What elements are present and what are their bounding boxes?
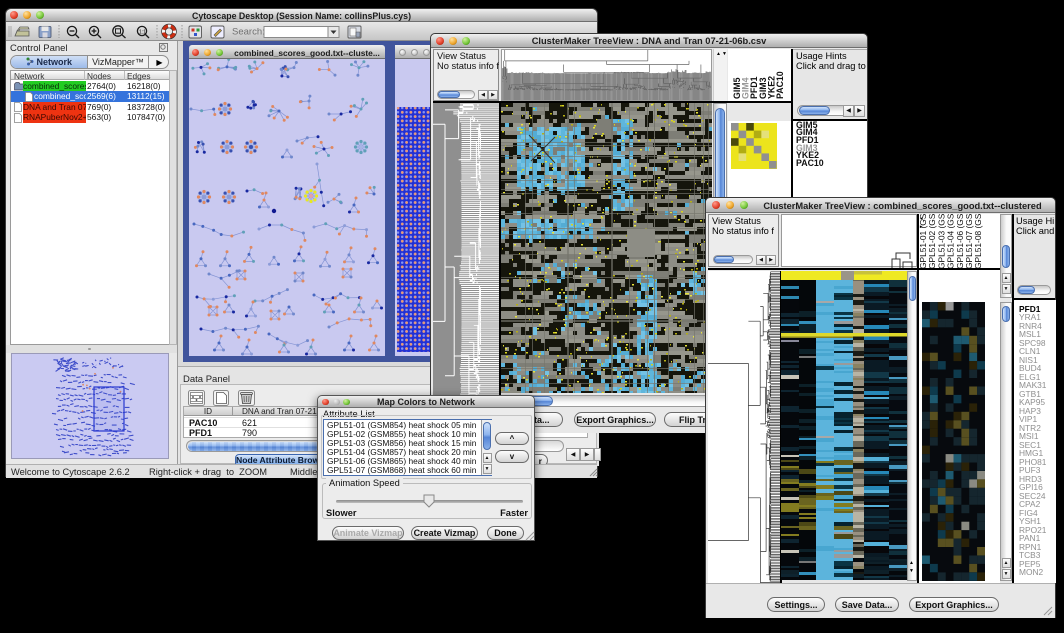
svg-text:GPL51-08 (GSM872): GPL51-08 (GSM872) (973, 214, 983, 269)
svg-text:1:1: 1:1 (139, 29, 146, 35)
svg-text:PAC10: PAC10 (775, 71, 785, 99)
svg-text:Search:: Search: (232, 27, 265, 38)
